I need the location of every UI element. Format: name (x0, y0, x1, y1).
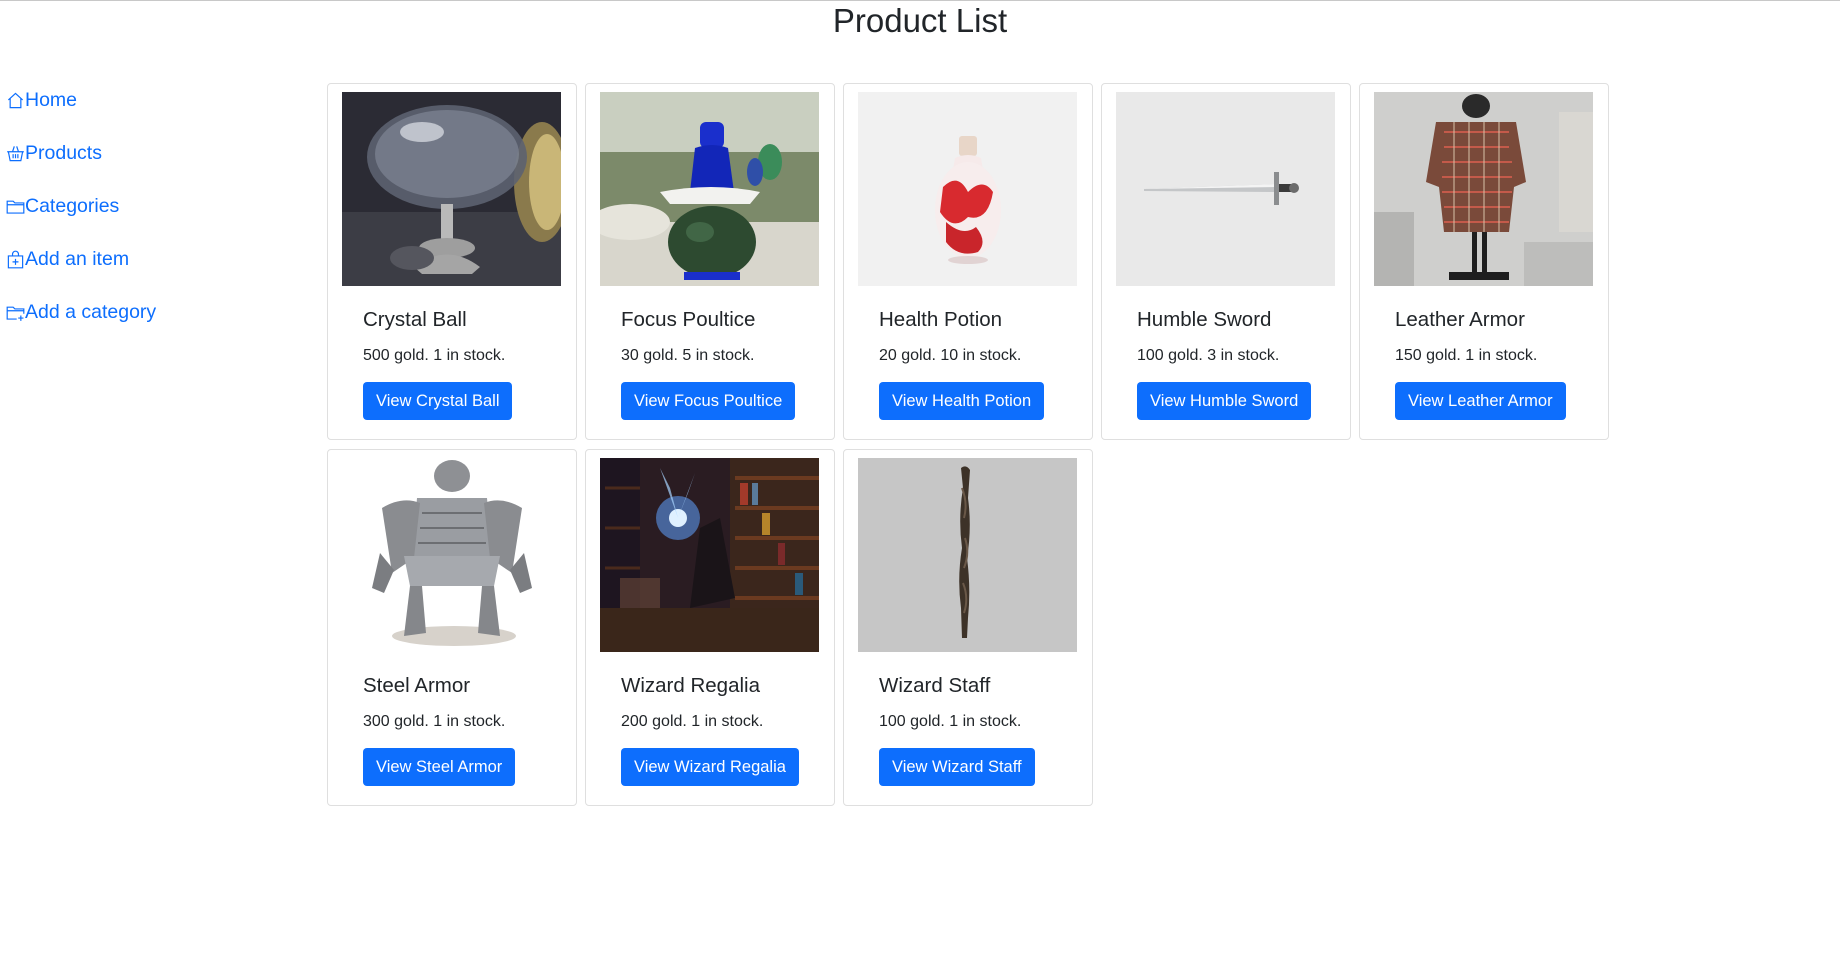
wizard-staff-image (858, 458, 1077, 652)
product-card: Crystal Ball 500 gold. 1 in stock. View … (327, 83, 577, 440)
crystal-ball-image (342, 92, 561, 286)
view-product-button[interactable]: View Humble Sword (1137, 382, 1312, 420)
product-name: Crystal Ball (363, 308, 467, 331)
health-potion-image (858, 92, 1077, 286)
product-card: Wizard Staff 100 gold. 1 in stock. View … (843, 449, 1093, 806)
focus-poultice-image (600, 92, 819, 286)
view-product-button[interactable]: View Wizard Staff (879, 748, 1035, 786)
product-details: 20 gold. 10 in stock. (879, 347, 1022, 364)
sidebar-item-label: Add a category (25, 301, 157, 323)
product-card: Leather Armor 150 gold. 1 in stock. View… (1359, 83, 1609, 440)
sidebar-nav: Home Products Categories Add an item Add… (6, 74, 296, 339)
house-icon (7, 92, 24, 109)
sidebar-item-label: Products (25, 142, 102, 164)
product-details: 150 gold. 1 in stock. (1395, 347, 1538, 364)
product-card: Wizard Regalia 200 gold. 1 in stock. Vie… (585, 449, 835, 806)
wizard-regalia-image (600, 458, 819, 652)
folder-icon (6, 200, 25, 214)
humble-sword-image (1116, 92, 1335, 286)
product-details: 200 gold. 1 in stock. (621, 713, 764, 730)
page-title: Product List (832, 2, 1008, 39)
product-card: Focus Poultice 30 gold. 5 in stock. View… (585, 83, 835, 440)
product-grid: Crystal Ball 500 gold. 1 in stock. View … (327, 83, 1617, 806)
folder-plus-icon (6, 306, 25, 321)
product-details: 100 gold. 3 in stock. (1137, 347, 1280, 364)
sidebar-item-add-category[interactable]: Add a category (6, 286, 296, 339)
steel-armor-image (342, 458, 561, 652)
view-product-button[interactable]: View Focus Poultice (621, 382, 796, 420)
sidebar-item-home[interactable]: Home (6, 74, 296, 127)
top-border (0, 0, 1840, 1)
sidebar-item-add-item[interactable]: Add an item (6, 233, 296, 286)
product-details: 100 gold. 1 in stock. (879, 713, 1022, 730)
product-name: Focus Poultice (621, 308, 756, 331)
bag-plus-icon (7, 250, 24, 269)
product-details: 30 gold. 5 in stock. (621, 347, 755, 364)
product-name: Leather Armor (1395, 308, 1525, 331)
sidebar-item-label: Add an item (25, 248, 130, 270)
view-product-button[interactable]: View Crystal Ball (363, 382, 513, 420)
view-product-button[interactable]: View Health Potion (879, 382, 1045, 420)
product-name: Health Potion (879, 308, 1003, 331)
product-name: Steel Armor (363, 674, 471, 697)
sidebar-item-products[interactable]: Products (6, 127, 296, 180)
view-product-button[interactable]: View Leather Armor (1395, 382, 1566, 420)
product-name: Humble Sword (1137, 308, 1272, 331)
basket-icon (7, 146, 24, 162)
sidebar-item-label: Categories (25, 195, 120, 217)
sidebar-item-categories[interactable]: Categories (6, 180, 296, 233)
product-name: Wizard Staff (879, 674, 991, 697)
product-card: Health Potion 20 gold. 10 in stock. View… (843, 83, 1093, 440)
view-product-button[interactable]: View Wizard Regalia (621, 748, 799, 786)
leather-armor-image (1374, 92, 1593, 286)
view-product-button[interactable]: View Steel Armor (363, 748, 516, 786)
product-details: 300 gold. 1 in stock. (363, 713, 506, 730)
product-name: Wizard Regalia (621, 674, 760, 697)
product-details: 500 gold. 1 in stock. (363, 347, 506, 364)
sidebar-item-label: Home (25, 89, 78, 111)
product-card: Humble Sword 100 gold. 3 in stock. View … (1101, 83, 1351, 440)
product-card: Steel Armor 300 gold. 1 in stock. View S… (327, 449, 577, 806)
